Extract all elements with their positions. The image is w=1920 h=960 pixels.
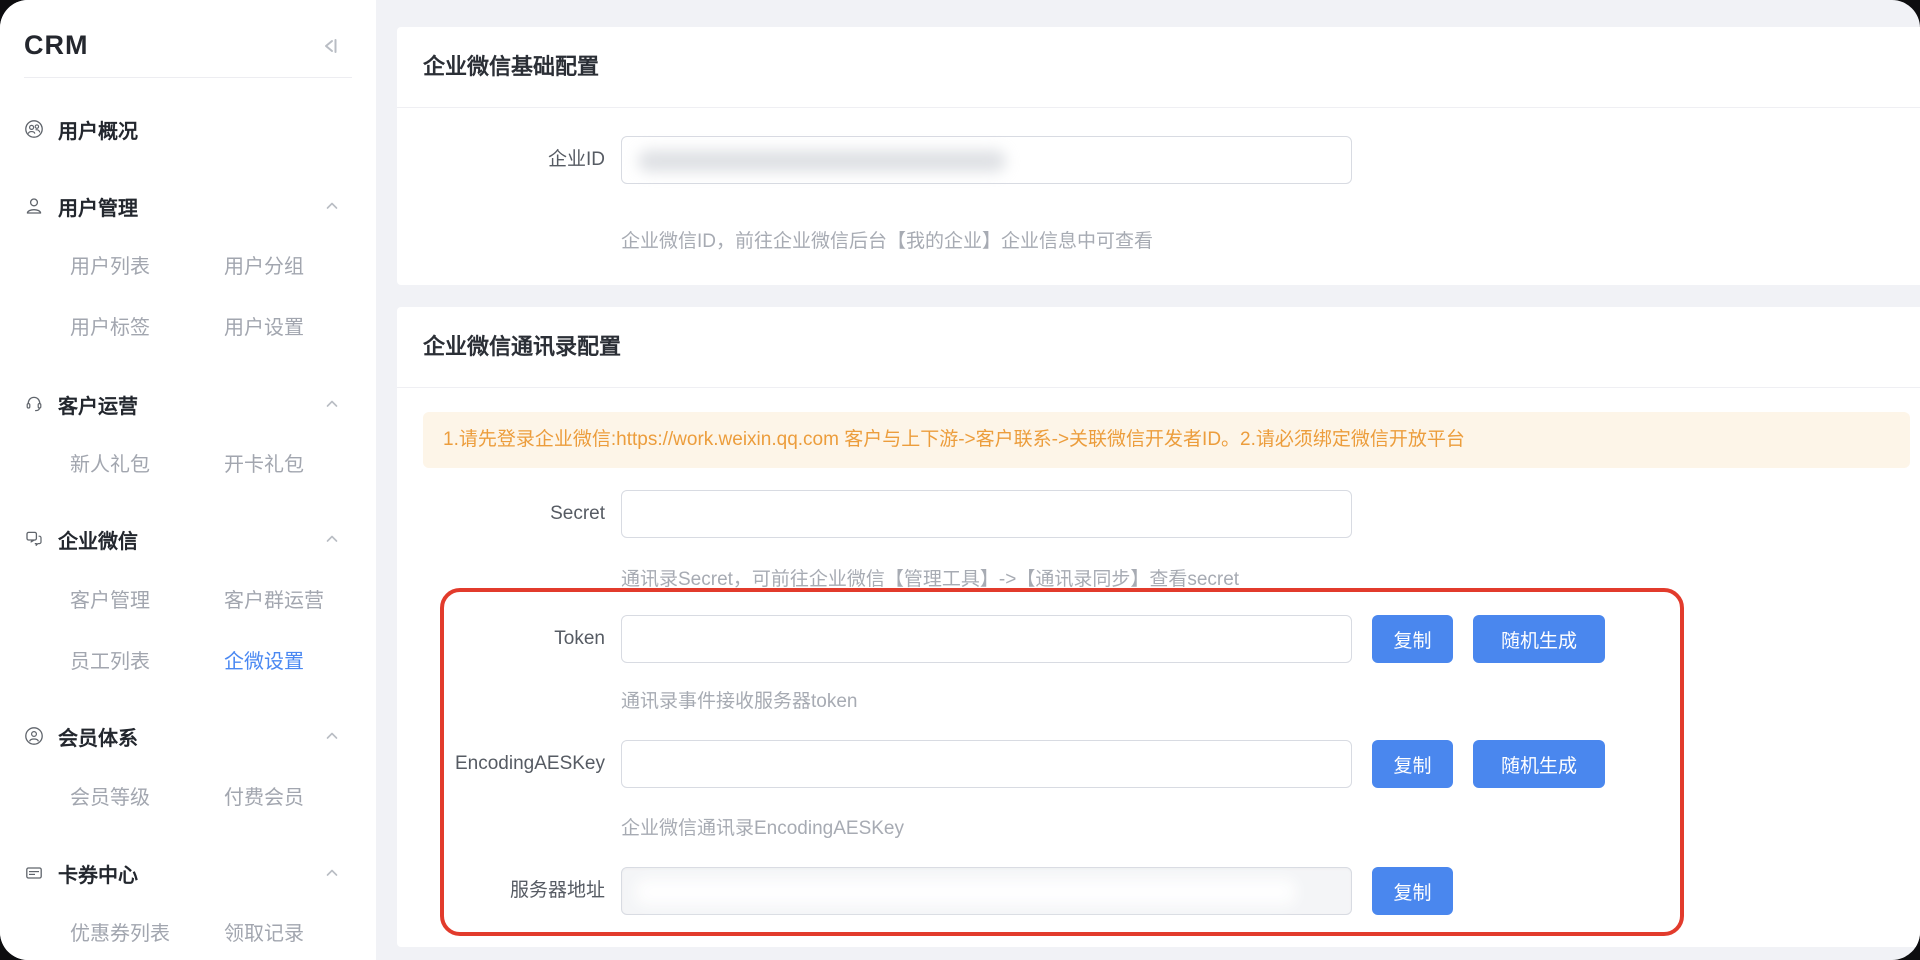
chat-bubbles-icon <box>24 529 44 549</box>
secret-label: Secret <box>397 490 605 538</box>
headset-icon <box>24 394 44 414</box>
sidebar-subrow: 客户管理 客户群运营 <box>24 581 352 621</box>
sidebar-subrow: 优惠券列表 领取记录 <box>24 914 352 954</box>
sidebar-item-newbie-gift[interactable]: 新人礼包 <box>70 445 150 485</box>
token-help: 通讯录事件接收服务器token <box>621 686 857 713</box>
basic-config-card: 企业微信基础配置 企业ID 企业微信ID，前往企业微信后台【我的企业】企业信息中… <box>397 27 1920 285</box>
sidebar-item-user-list[interactable]: 用户列表 <box>70 247 150 287</box>
chevron-up-icon[interactable] <box>324 531 340 547</box>
aes-key-help: 企业微信通讯录EncodingAESKey <box>621 813 904 840</box>
token-label: Token <box>397 615 605 663</box>
sidebar-item-label: 用户概况 <box>58 115 138 144</box>
sidebar-item-user-settings[interactable]: 用户设置 <box>224 308 304 348</box>
user-overview-icon <box>24 119 44 139</box>
corp-id-input[interactable] <box>621 136 1352 184</box>
sidebar-item-label: 卡券中心 <box>58 859 138 888</box>
logo-row: CRM <box>24 24 352 66</box>
token-copy-button[interactable]: 复制 <box>1372 615 1453 663</box>
sidebar-item-customer-group-ops[interactable]: 客户群运营 <box>224 581 324 621</box>
warning-notice: 1.请先登录企业微信:https://work.weixin.qq.com 客户… <box>423 412 1910 468</box>
corp-id-help: 企业微信ID，前往企业微信后台【我的企业】企业信息中可查看 <box>621 226 1153 253</box>
aes-key-label: EncodingAESKey <box>397 740 605 788</box>
token-generate-button[interactable]: 随机生成 <box>1473 615 1605 663</box>
card-divider <box>397 387 1920 388</box>
sidebar-item-wecom[interactable]: 企业微信 <box>24 519 352 559</box>
chevron-up-icon[interactable] <box>324 728 340 744</box>
collapse-sidebar-icon[interactable] <box>316 32 344 60</box>
sidebar-item-coupon-center[interactable]: 卡券中心 <box>24 853 352 893</box>
sidebar-item-claim-records[interactable]: 领取记录 <box>224 914 304 954</box>
sidebar-subrow: 用户标签 用户设置 <box>24 308 352 348</box>
sidebar-subrow: 会员等级 付费会员 <box>24 778 352 818</box>
basic-config-title: 企业微信基础配置 <box>423 49 599 81</box>
sidebar-item-card-gift[interactable]: 开卡礼包 <box>224 445 304 485</box>
sidebar-subrow: 用户列表 用户分组 <box>24 247 352 287</box>
sidebar-item-user-management[interactable]: 用户管理 <box>24 186 352 226</box>
sidebar-item-paid-members[interactable]: 付费会员 <box>224 778 304 818</box>
sidebar-item-wecom-settings[interactable]: 企微设置 <box>224 642 304 682</box>
secret-help: 通讯录Secret，可前往企业微信【管理工具】->【通讯录同步】查看secret <box>621 564 1239 591</box>
token-input[interactable] <box>621 615 1352 663</box>
sidebar-divider <box>24 77 352 78</box>
server-copy-button[interactable]: 复制 <box>1372 867 1453 915</box>
sidebar: CRM 用户概况 用户管理 <box>0 0 376 960</box>
chevron-up-icon[interactable] <box>324 396 340 412</box>
warning-notice-text: 1.请先登录企业微信:https://work.weixin.qq.com 客户… <box>423 412 1910 468</box>
sidebar-item-member-levels[interactable]: 会员等级 <box>70 778 150 818</box>
sidebar-item-membership[interactable]: 会员体系 <box>24 716 352 756</box>
contact-config-title: 企业微信通讯录配置 <box>423 329 621 361</box>
corp-id-label: 企业ID <box>397 136 605 184</box>
sidebar-item-label: 客户运营 <box>58 390 138 419</box>
aes-generate-button[interactable]: 随机生成 <box>1473 740 1605 788</box>
card-icon <box>24 863 44 883</box>
sidebar-subrow: 新人礼包 开卡礼包 <box>24 445 352 485</box>
card-divider <box>397 107 1920 108</box>
sidebar-item-user-overview[interactable]: 用户概况 <box>24 109 352 149</box>
redacted-value <box>638 150 1006 172</box>
sidebar-item-coupon-list[interactable]: 优惠券列表 <box>70 914 170 954</box>
sidebar-item-user-groups[interactable]: 用户分组 <box>224 247 304 287</box>
sidebar-item-customer-management[interactable]: 客户管理 <box>70 581 150 621</box>
sidebar-item-label: 会员体系 <box>58 722 138 751</box>
aes-key-input[interactable] <box>621 740 1352 788</box>
sidebar-item-customer-operations[interactable]: 客户运营 <box>24 384 352 424</box>
chevron-up-icon[interactable] <box>324 865 340 881</box>
redacted-value <box>636 879 1296 905</box>
sidebar-subrow: 员工列表 企微设置 <box>24 642 352 682</box>
chevron-up-icon[interactable] <box>324 198 340 214</box>
aes-copy-button[interactable]: 复制 <box>1372 740 1453 788</box>
user-icon <box>24 196 44 216</box>
sidebar-item-label: 用户管理 <box>58 192 138 221</box>
secret-input[interactable] <box>621 490 1352 538</box>
server-url-label: 服务器地址 <box>397 867 605 915</box>
app-logo: CRM <box>24 24 352 66</box>
member-icon <box>24 726 44 746</box>
sidebar-item-user-tags[interactable]: 用户标签 <box>70 308 150 348</box>
server-url-input <box>621 867 1352 915</box>
app-window: CRM 用户概况 用户管理 <box>0 0 1920 960</box>
sidebar-item-label: 企业微信 <box>58 525 138 554</box>
contact-config-card: 企业微信通讯录配置 1.请先登录企业微信:https://work.weixin… <box>397 307 1920 947</box>
sidebar-item-employee-list[interactable]: 员工列表 <box>70 642 150 682</box>
